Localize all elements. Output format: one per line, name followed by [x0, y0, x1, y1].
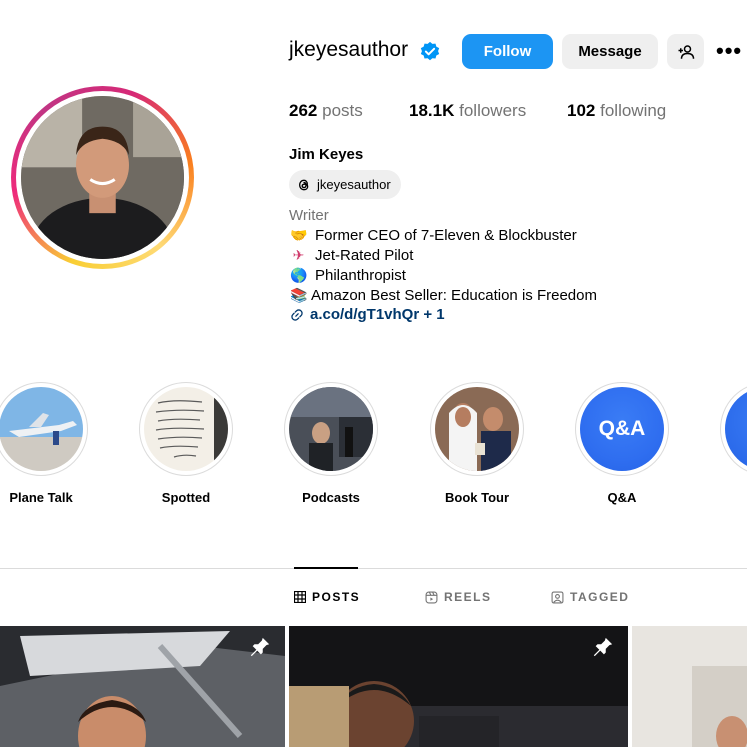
followers-count[interactable]: 18.1K followers [409, 101, 526, 121]
posts-number: 262 [289, 101, 318, 120]
highlight-podcasts[interactable]: Podcasts [284, 382, 378, 505]
full-name: Jim Keyes [289, 146, 364, 163]
bio-link[interactable]: a.co/d/gT1vhQr + 1 [290, 306, 445, 323]
highlight-partial[interactable] [720, 382, 747, 476]
verified-badge-icon [420, 41, 440, 61]
bio-text: Jet-Rated Pilot [315, 247, 414, 264]
following-number: 102 [567, 101, 596, 120]
highlight-label: Plane Talk [9, 490, 73, 505]
highlight-qa[interactable]: Q&A Q&A [575, 382, 669, 505]
follow-button[interactable]: Follow [462, 34, 553, 69]
post-thumbnail[interactable] [289, 626, 628, 747]
threads-link[interactable]: jkeyesauthor [289, 170, 401, 199]
followers-number: 18.1K [409, 101, 455, 120]
threads-icon [298, 179, 309, 190]
airplane-icon: ✈ [292, 247, 305, 263]
tab-label: TAGGED [570, 590, 630, 604]
highlight-cover-ring [139, 382, 233, 476]
tab-tagged[interactable]: TAGGED [551, 590, 629, 604]
suggest-similar-button[interactable] [667, 34, 704, 69]
followers-label: followers [459, 101, 527, 120]
podcast-studio-icon [289, 387, 373, 471]
tab-posts[interactable]: POSTS [294, 590, 360, 604]
highlight-cover-ring [720, 382, 747, 476]
following-label: following [600, 101, 667, 120]
active-tab-indicator [294, 567, 358, 569]
highlight-cover [289, 387, 373, 471]
tagged-icon [551, 591, 564, 603]
bio-line: 🌎 Philanthropist [290, 267, 406, 284]
tabs-divider [0, 568, 747, 569]
highlight-cover-ring [430, 382, 524, 476]
avatar-photo [21, 96, 184, 259]
bio-line: 📚 Amazon Best Seller: Education is Freedo… [290, 287, 597, 304]
bio-link-text: a.co/d/gT1vhQr + 1 [310, 306, 445, 323]
pinned-icon [250, 637, 270, 657]
highlight-cover-ring [284, 382, 378, 476]
pinned-icon [593, 637, 613, 657]
highlight-cover-ring: Q&A [575, 382, 669, 476]
posts-count[interactable]: 262 posts [289, 101, 363, 121]
tab-label: REELS [444, 590, 492, 604]
username: jkeyesauthor [289, 38, 409, 61]
highlight-cover [144, 387, 228, 471]
grid-icon [294, 591, 306, 603]
event-photo-icon [289, 626, 628, 747]
cockpit-photo-icon [0, 626, 285, 747]
message-button[interactable]: Message [562, 34, 658, 69]
add-person-icon [678, 44, 694, 59]
highlight-book-tour[interactable]: Book Tour [430, 382, 524, 505]
avatar-border [16, 91, 189, 264]
bio-line: 🤝 Former CEO of 7-Eleven & Blockbuster [290, 227, 577, 244]
bio-line: ✈ Jet-Rated Pilot [290, 247, 414, 264]
posts-label: posts [322, 101, 363, 120]
tab-label: POSTS [312, 590, 361, 604]
highlight-label: Podcasts [302, 490, 360, 505]
jet-photo-icon [0, 387, 83, 471]
avatar-portrait-icon [21, 96, 184, 259]
highlight-label: Q&A [607, 490, 637, 505]
more-options-icon[interactable]: ••• [716, 38, 742, 64]
tab-reels[interactable]: REELS [425, 590, 492, 604]
handwritten-note-icon [144, 387, 228, 471]
highlight-label: Spotted [161, 490, 211, 505]
profile-category: Writer [289, 207, 329, 224]
following-count[interactable]: 102 following [567, 101, 666, 121]
highlight-label: Book Tour [444, 490, 510, 505]
highlight-cover [435, 387, 519, 471]
highlight-cover-ring [0, 382, 88, 476]
bio-text: Amazon Best Seller: Education is Freedom [311, 287, 597, 304]
book-tour-photo-icon [435, 387, 519, 471]
post-thumbnail[interactable] [0, 626, 285, 747]
bio-text: Philanthropist [315, 267, 406, 284]
link-icon [291, 308, 303, 321]
post-thumbnail[interactable] [632, 626, 747, 747]
books-icon: 📚 [290, 287, 308, 303]
interior-photo-icon [632, 626, 747, 747]
highlight-cover: Q&A [580, 387, 664, 471]
highlight-spotted[interactable]: Spotted [139, 382, 233, 505]
bio-text: Former CEO of 7-Eleven & Blockbuster [315, 227, 577, 244]
globe-icon: 🌎 [290, 267, 308, 283]
highlight-cover [0, 387, 83, 471]
highlight-plane-talk[interactable]: Plane Talk [0, 382, 88, 505]
threads-handle: jkeyesauthor [317, 177, 391, 192]
highlight-cover [725, 387, 747, 471]
handshake-icon: 🤝 [290, 227, 308, 243]
profile-avatar[interactable] [11, 86, 194, 269]
reels-icon [425, 591, 438, 603]
